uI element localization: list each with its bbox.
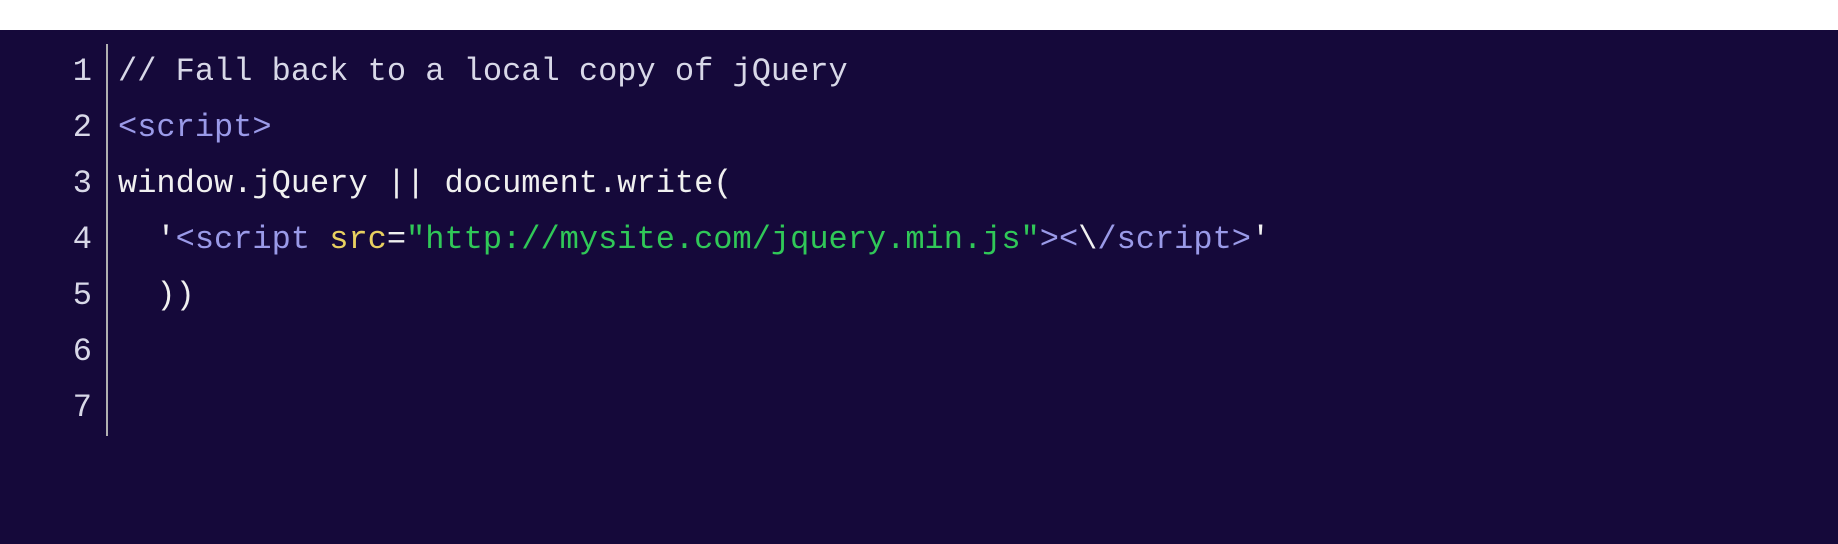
space — [310, 221, 329, 258]
attribute-name: src — [329, 221, 387, 258]
tag-close-bracket: > — [1232, 221, 1251, 258]
line-number: 3 — [0, 156, 92, 212]
code-text: )) — [118, 277, 195, 314]
line-number: 4 — [0, 212, 92, 268]
code-line-6[interactable] — [118, 324, 1838, 380]
line-number: 6 — [0, 324, 92, 380]
string-quote: ' — [156, 221, 175, 258]
tag-close-bracket: > — [252, 109, 271, 146]
code-line-4[interactable]: '<script src="http://mysite.com/jquery.m… — [118, 212, 1838, 268]
code-text: window.jQuery || document.write( — [118, 165, 733, 202]
indent — [118, 221, 156, 258]
line-number: 1 — [0, 44, 92, 100]
tag-open-bracket: < — [118, 109, 137, 146]
line-number: 7 — [0, 380, 92, 436]
tag-open-bracket: < — [176, 221, 195, 258]
attr-equals: = — [387, 221, 406, 258]
tag-name: script — [195, 221, 310, 258]
code-line-3[interactable]: window.jQuery || document.write( — [118, 156, 1838, 212]
tag-close-bracket: > — [1040, 221, 1059, 258]
line-number: 2 — [0, 100, 92, 156]
string-quote: ' — [1251, 221, 1270, 258]
string-quote: " — [406, 221, 425, 258]
code-line-2[interactable]: <script> — [118, 100, 1838, 156]
url-string: http://mysite.com/jquery.min.js — [425, 221, 1020, 258]
code-content[interactable]: // Fall back to a local copy of jQuery <… — [108, 44, 1838, 436]
tag-slash: / — [1097, 221, 1116, 258]
string-quote: " — [1021, 221, 1040, 258]
code-line-5[interactable]: )) — [118, 268, 1838, 324]
tag-name: script — [137, 109, 252, 146]
line-number: 5 — [0, 268, 92, 324]
code-area: 1 2 3 4 5 6 7 // Fall back to a local co… — [0, 30, 1838, 436]
escape-char: \ — [1078, 221, 1097, 258]
code-editor[interactable]: 1 2 3 4 5 6 7 // Fall back to a local co… — [0, 30, 1838, 544]
line-number-gutter: 1 2 3 4 5 6 7 — [0, 44, 108, 436]
code-line-1[interactable]: // Fall back to a local copy of jQuery — [118, 44, 1838, 100]
tag-name: script — [1117, 221, 1232, 258]
comment-text: // Fall back to a local copy of jQuery — [118, 53, 848, 90]
tag-open-bracket: < — [1059, 221, 1078, 258]
code-line-7[interactable] — [118, 380, 1838, 436]
